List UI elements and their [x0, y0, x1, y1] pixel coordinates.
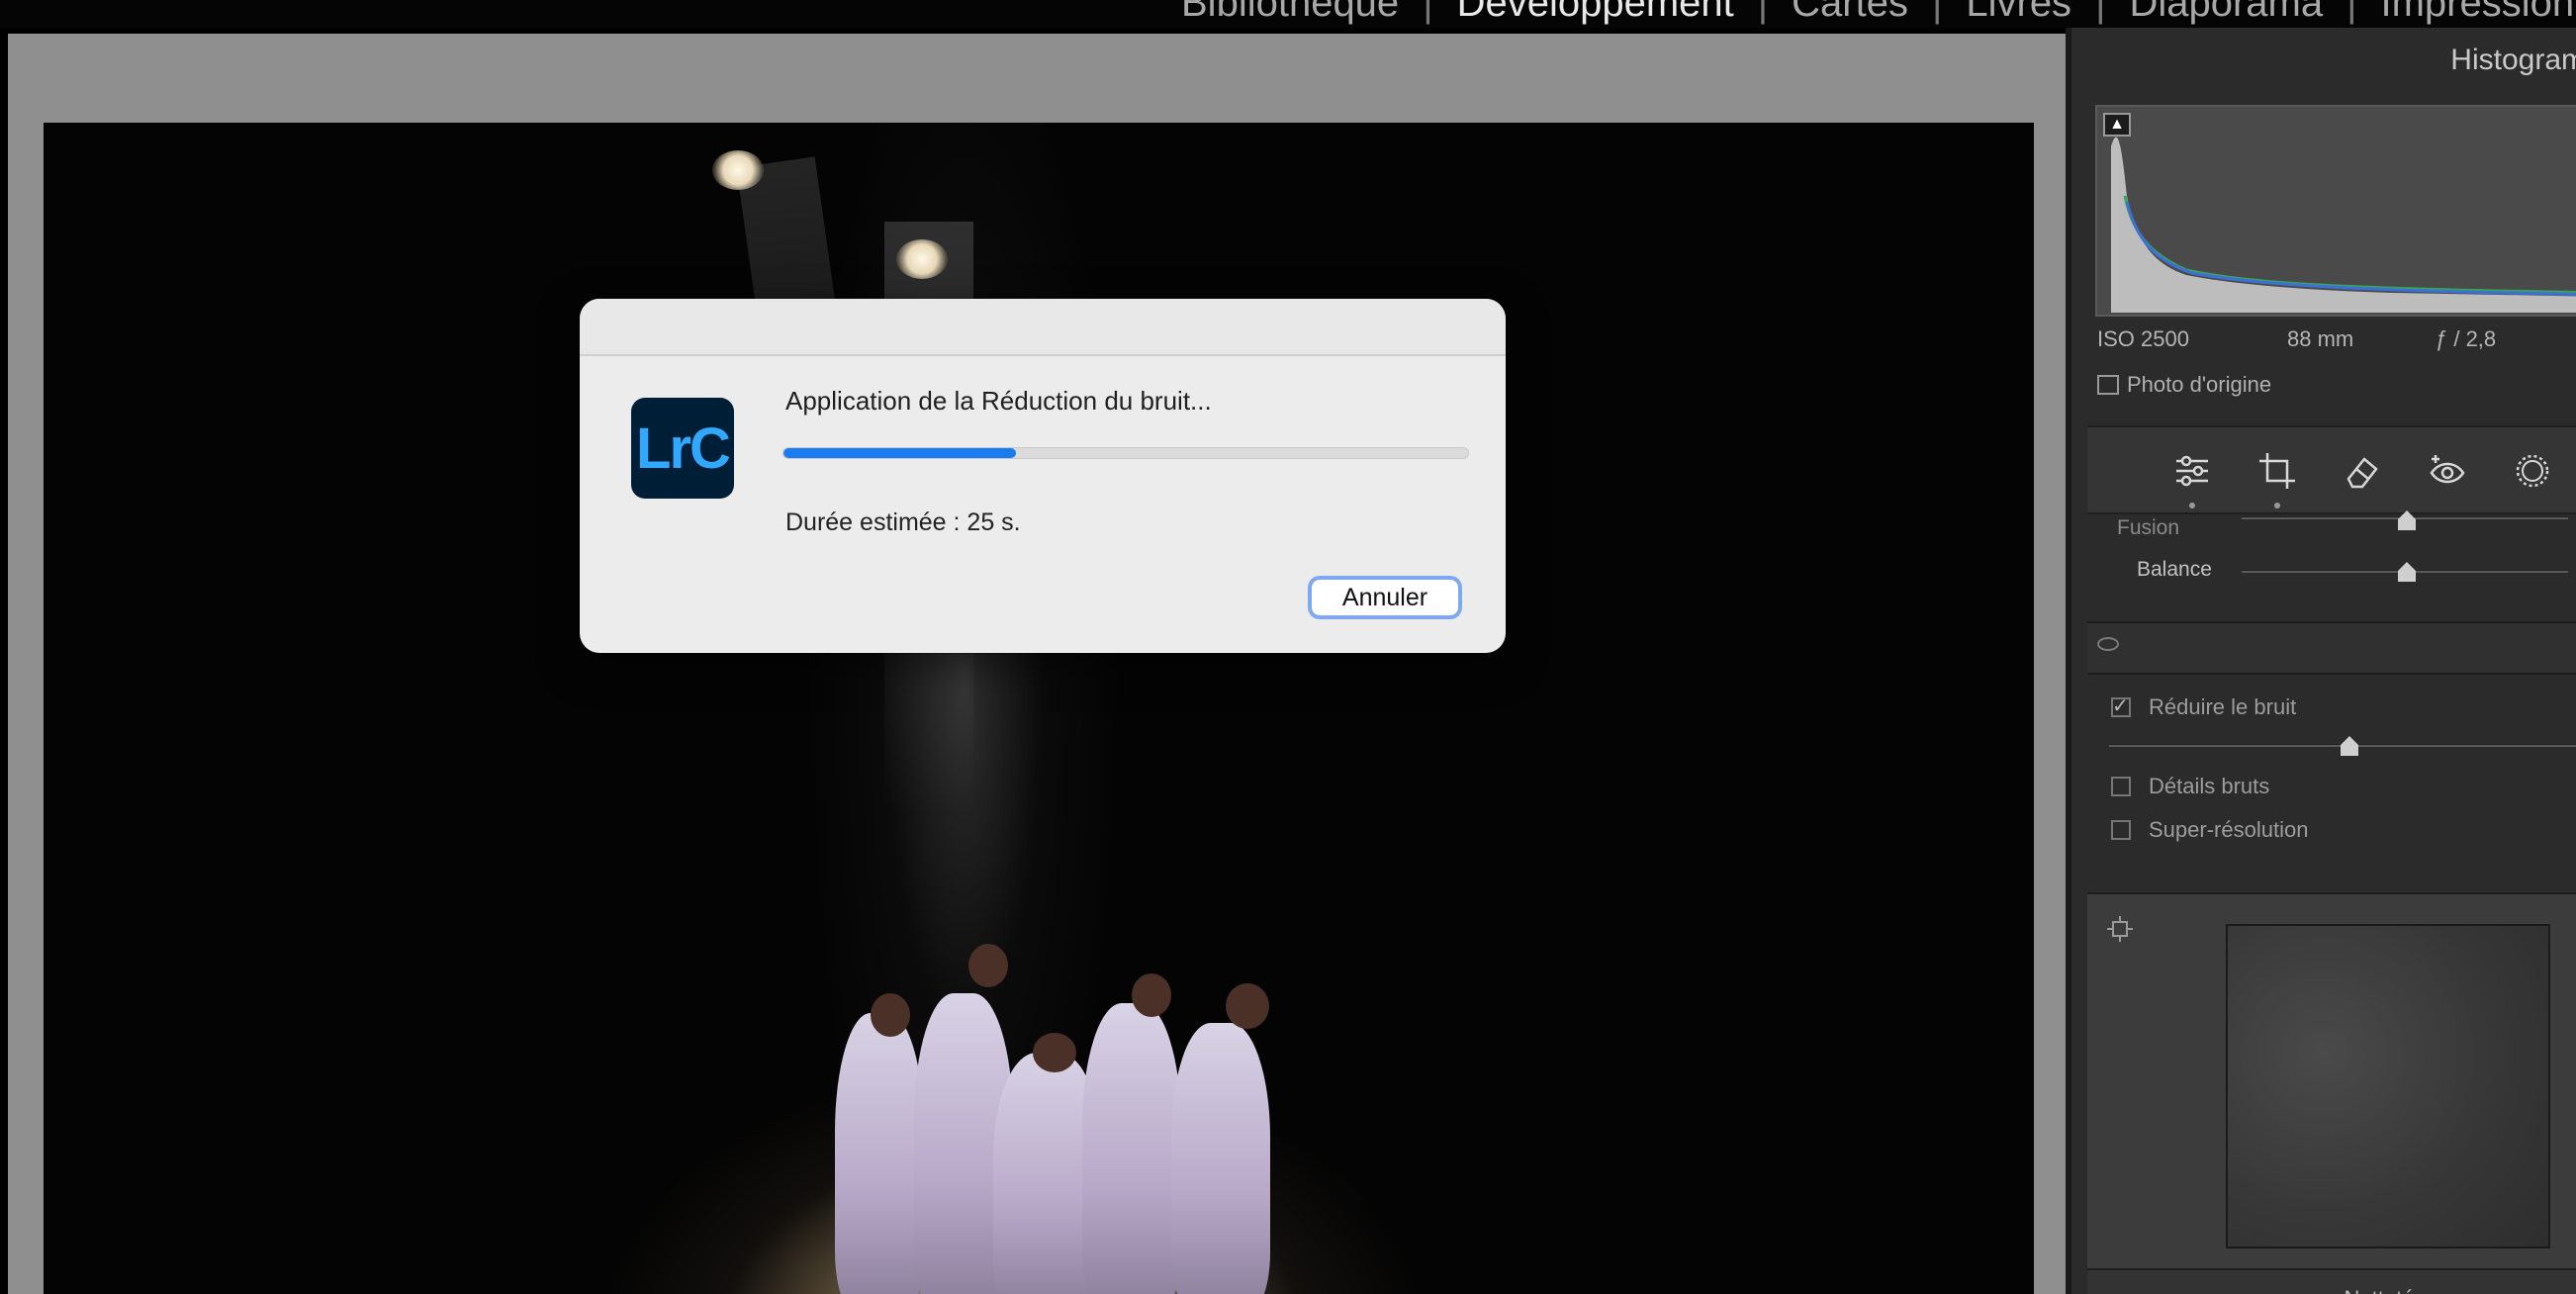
progress-bar-fill: [783, 448, 1017, 458]
module-separator: |: [1757, 0, 1769, 25]
histogram-title[interactable]: Histogram: [2450, 44, 2576, 77]
sharpening-label: Netteté: [2216, 1286, 2542, 1294]
stage-spotlight: [712, 150, 764, 190]
histogram[interactable]: ▲: [2095, 105, 2576, 317]
detail-zoom-preview[interactable]: [2226, 924, 2550, 1248]
masking-icon[interactable]: [2513, 451, 2552, 491]
lightroom-classic-app-icon: LrC: [631, 398, 734, 499]
tool-strip: [2087, 425, 2576, 514]
crop-icon[interactable]: [2257, 451, 2297, 491]
visibility-eye-icon[interactable]: [2097, 637, 2119, 651]
module-develop[interactable]: Développement: [1433, 0, 1758, 26]
module-book[interactable]: Livres: [1942, 0, 2095, 26]
noise-reduction-progress-dialog: LrC Application de la Réduction du bruit…: [580, 299, 1506, 653]
original-photo-checkbox[interactable]: [2097, 375, 2119, 395]
noise-amount-slider-thumb[interactable]: [2341, 736, 2358, 756]
cancel-button[interactable]: Annuler: [1308, 576, 1462, 619]
progress-bar: [782, 447, 1469, 459]
eraser-icon[interactable]: [2343, 451, 2382, 491]
histogram-graph: [2111, 137, 2576, 313]
right-panel: Histogram ▲ ISO 2500 88 mm ƒ / 2,8 Photo…: [2066, 28, 2576, 1294]
dialog-titlebar: [580, 299, 1506, 356]
super-resolution-row[interactable]: Super-résolution: [2111, 817, 2308, 843]
redeye-icon[interactable]: [2428, 451, 2467, 491]
detail-section-header[interactable]: D: [2087, 621, 2576, 675]
module-picker-bar: Bibliothèque | Développement | Cartes | …: [0, 0, 2576, 28]
focal-length-value: 88 mm: [2287, 326, 2354, 351]
super-resolution-label: Super-résolution: [2149, 817, 2309, 842]
raw-details-checkbox[interactable]: [2111, 777, 2131, 796]
target-icon[interactable]: [2107, 916, 2133, 942]
original-photo-toggle[interactable]: Photo d'origine: [2097, 372, 2271, 398]
progress-message: Application de la Réduction du bruit...: [785, 386, 1212, 416]
module-slideshow[interactable]: Diaporama: [2105, 0, 2346, 26]
detail-zoom-area: [2087, 892, 2576, 1270]
stage-spotlight: [896, 239, 948, 279]
balance-label: Balance: [2137, 558, 2212, 581]
module-separator: |: [2346, 0, 2357, 25]
raw-details-label: Détails bruts: [2149, 774, 2270, 798]
module-separator: |: [1423, 0, 1433, 25]
reduce-noise-row[interactable]: Réduire le bruit: [2111, 693, 2297, 720]
original-photo-label: Photo d'origine: [2127, 372, 2272, 397]
module-separator: |: [1931, 0, 1943, 25]
iso-value: ISO 2500: [2097, 326, 2189, 351]
module-map[interactable]: Cartes: [1768, 0, 1932, 26]
sharpening-section: Netteté: [2087, 1268, 2576, 1294]
super-resolution-checkbox[interactable]: [2111, 820, 2131, 840]
raw-details-row[interactable]: Détails bruts: [2111, 774, 2269, 799]
fusion-label: Fusion: [2117, 516, 2180, 539]
reduce-noise-label: Réduire le bruit: [2149, 694, 2297, 719]
reduce-noise-checkbox[interactable]: [2111, 693, 2131, 718]
module-library[interactable]: Bibliothèque: [1157, 0, 1423, 26]
edit-icon[interactable]: [2172, 451, 2212, 491]
estimated-time: Durée estimée : 25 s.: [785, 508, 1021, 536]
aperture-value: ƒ / 2,8: [2436, 326, 2497, 351]
photo-viewer: [8, 34, 2066, 1294]
module-separator: |: [2095, 0, 2106, 25]
crop-indicator-dot: [2274, 503, 2280, 508]
module-print[interactable]: Impression: [2357, 0, 2576, 26]
balance-slider-thumb[interactable]: [2398, 562, 2416, 582]
edit-indicator-dot: [2189, 503, 2195, 508]
module-picker: Bibliothèque | Développement | Cartes | …: [1157, 0, 2576, 28]
